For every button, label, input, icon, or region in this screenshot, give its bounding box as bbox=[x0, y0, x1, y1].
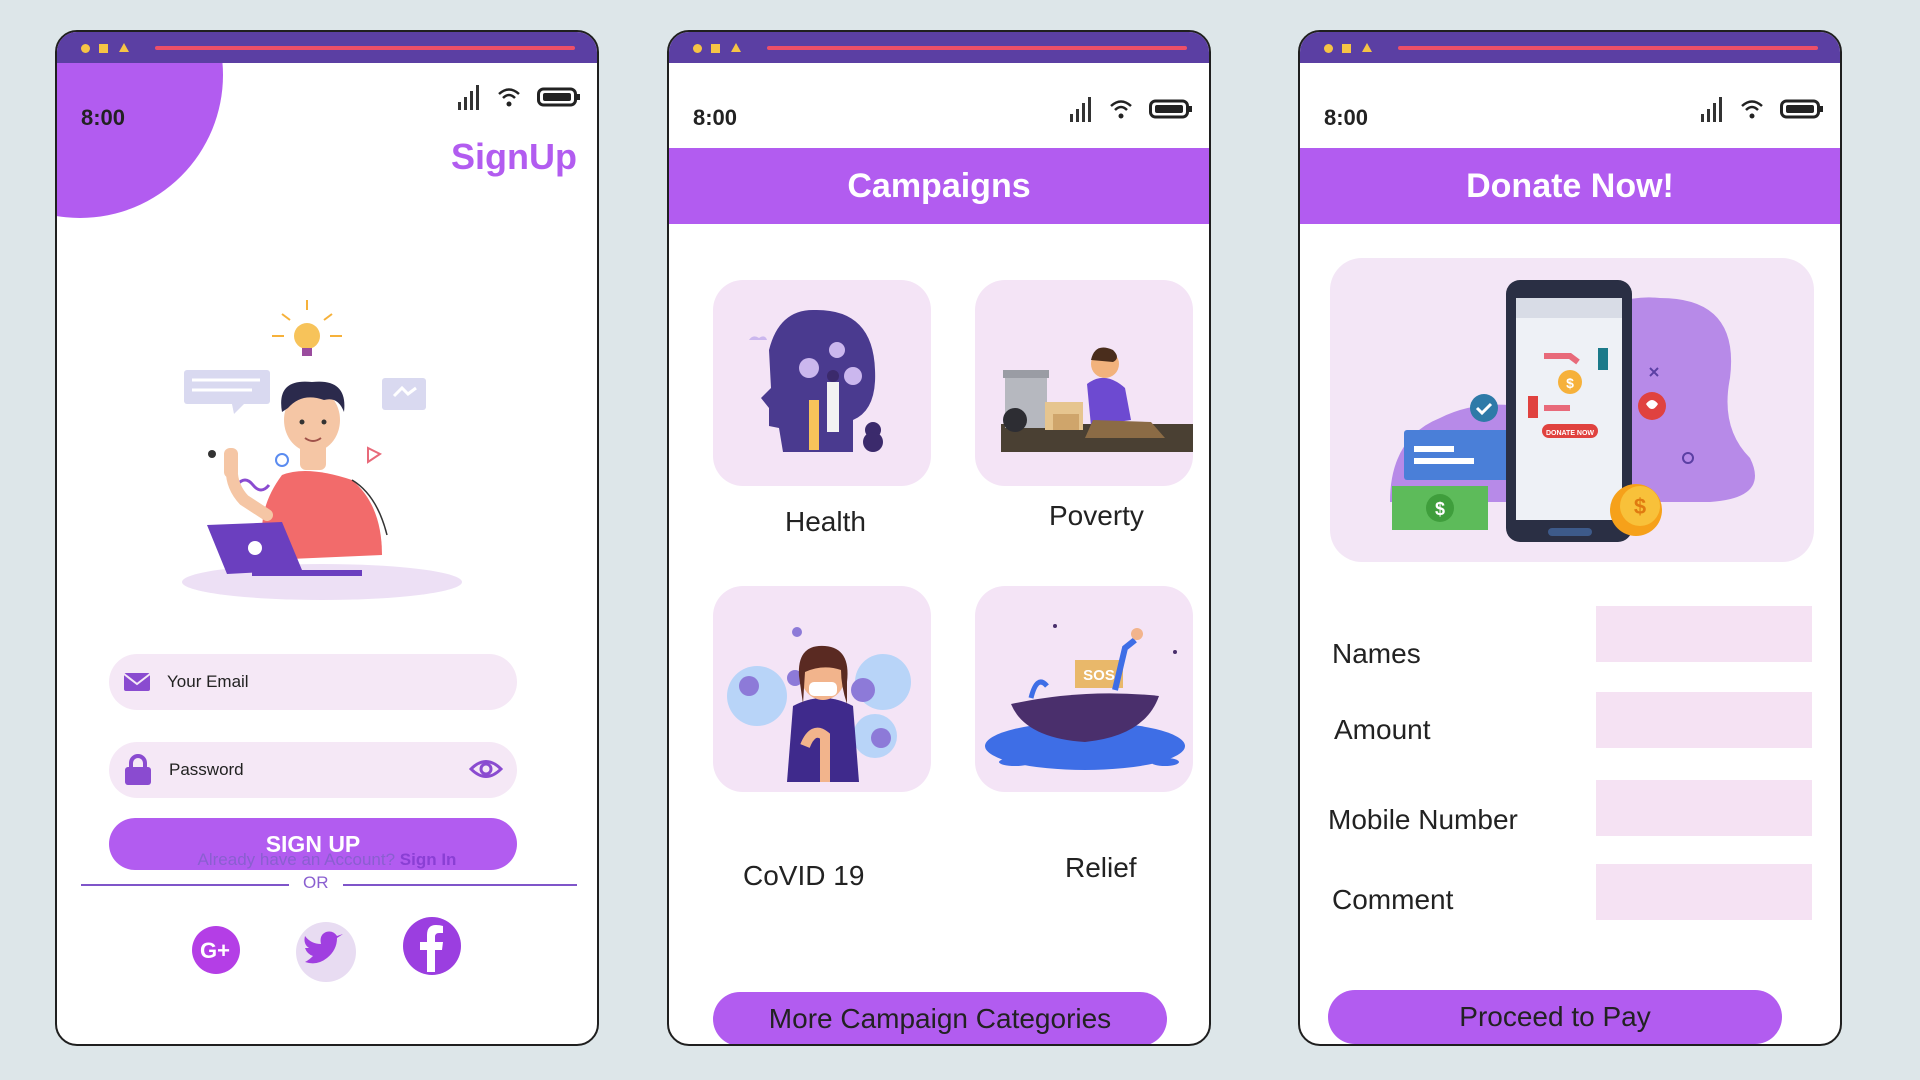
covid-illustration bbox=[727, 627, 911, 782]
category-label-poverty: Poverty bbox=[1049, 500, 1144, 531]
svg-text:$: $ bbox=[1435, 499, 1445, 519]
password-placeholder: Password bbox=[169, 760, 244, 779]
donate-hero-card: $ DONATE NOW $ $ bbox=[1330, 258, 1814, 562]
lock-icon bbox=[125, 754, 151, 785]
or-separator: OR bbox=[303, 873, 329, 892]
campaigns-screen: 8:00 Campaigns Health Poverty CoVID 19 S… bbox=[667, 30, 1211, 1046]
proceed-to-pay-button[interactable]: Proceed to Pay bbox=[1328, 990, 1782, 1044]
window-dot bbox=[731, 43, 741, 52]
mobile-number-input[interactable] bbox=[1596, 780, 1812, 836]
status-time: 8:00 bbox=[1324, 105, 1369, 130]
twitter-icon[interactable] bbox=[293, 922, 359, 982]
signal-icon bbox=[1701, 97, 1722, 122]
divider-left bbox=[81, 884, 289, 886]
wifi-icon bbox=[1741, 100, 1763, 119]
category-label-health: Health bbox=[785, 506, 866, 537]
page-title: SignUp bbox=[451, 136, 577, 177]
facebook-icon[interactable] bbox=[402, 916, 462, 976]
password-field[interactable]: Password bbox=[109, 742, 517, 798]
comment-label: Comment bbox=[1332, 884, 1454, 915]
category-card-health[interactable] bbox=[713, 280, 931, 486]
google-plus-icon[interactable]: G+ bbox=[192, 926, 240, 974]
category-card-covid[interactable] bbox=[713, 586, 931, 792]
category-card-relief[interactable]: SOS bbox=[975, 586, 1193, 792]
window-dot bbox=[711, 44, 720, 53]
svg-text:$: $ bbox=[1634, 494, 1646, 519]
names-label: Names bbox=[1332, 638, 1421, 669]
status-icons bbox=[1069, 96, 1193, 122]
comment-input[interactable] bbox=[1596, 864, 1812, 920]
donate-illustration: $ DONATE NOW $ $ bbox=[1390, 280, 1755, 542]
mobile-number-label: Mobile Number bbox=[1328, 804, 1518, 835]
page-title: Donate Now! bbox=[1300, 148, 1840, 224]
donate-screen: 8:00 Donate Now! $ DONATE NOW $ $ Names … bbox=[1298, 30, 1842, 1046]
divider-right bbox=[343, 884, 577, 886]
window-dot bbox=[1342, 44, 1351, 53]
battery-icon bbox=[1780, 99, 1823, 119]
battery-icon bbox=[537, 87, 580, 107]
signal-icon bbox=[458, 85, 479, 110]
window-dot bbox=[1324, 44, 1333, 53]
window-dot bbox=[693, 44, 702, 53]
more-categories-button[interactable]: More Campaign Categories bbox=[713, 992, 1167, 1044]
phone-badge-text: DONATE NOW bbox=[1546, 430, 1594, 437]
window-dot bbox=[1362, 43, 1372, 52]
names-input[interactable] bbox=[1596, 606, 1812, 662]
window-title-line bbox=[767, 46, 1187, 50]
category-label-covid: CoVID 19 bbox=[743, 860, 865, 891]
sign-in-link[interactable]: Sign In bbox=[400, 850, 457, 869]
window-top-bar bbox=[1300, 32, 1840, 63]
status-icons bbox=[1700, 96, 1824, 122]
status-icons bbox=[457, 84, 581, 110]
wifi-icon bbox=[1110, 100, 1132, 119]
window-top-bar bbox=[57, 32, 597, 63]
health-illustration bbox=[749, 309, 883, 452]
svg-text:SOS: SOS bbox=[1083, 667, 1115, 684]
email-field[interactable]: Your Email bbox=[109, 654, 517, 710]
page-title: Campaigns bbox=[669, 148, 1209, 224]
already-account-text: Already have an Account? Sign In bbox=[57, 850, 597, 870]
eye-icon[interactable] bbox=[469, 756, 503, 782]
relief-illustration: SOS bbox=[985, 624, 1185, 770]
signal-icon bbox=[1070, 97, 1091, 122]
window-top-bar bbox=[669, 32, 1209, 63]
window-title-line bbox=[155, 46, 575, 50]
category-label-relief: Relief bbox=[1065, 852, 1137, 883]
amount-label: Amount bbox=[1334, 714, 1431, 745]
window-title-line bbox=[1398, 46, 1818, 50]
window-dot bbox=[99, 44, 108, 53]
poverty-illustration bbox=[1001, 347, 1193, 452]
email-placeholder: Your Email bbox=[167, 672, 249, 691]
amount-input[interactable] bbox=[1596, 692, 1812, 748]
category-card-poverty[interactable] bbox=[975, 280, 1193, 486]
svg-text:$: $ bbox=[1566, 375, 1574, 391]
svg-text:G+: G+ bbox=[200, 938, 230, 963]
status-time: 8:00 bbox=[693, 105, 738, 130]
already-account-label: Already have an Account? bbox=[197, 850, 400, 869]
window-dot bbox=[81, 44, 90, 53]
signup-screen: 8:00 SignUp Your Email Password SIGN UP … bbox=[55, 30, 599, 1046]
wifi-icon bbox=[498, 88, 520, 107]
envelope-icon bbox=[123, 673, 151, 691]
signup-illustration bbox=[182, 300, 462, 600]
status-time: 8:00 bbox=[81, 105, 126, 130]
battery-icon bbox=[1149, 99, 1192, 119]
window-dot bbox=[119, 43, 129, 52]
